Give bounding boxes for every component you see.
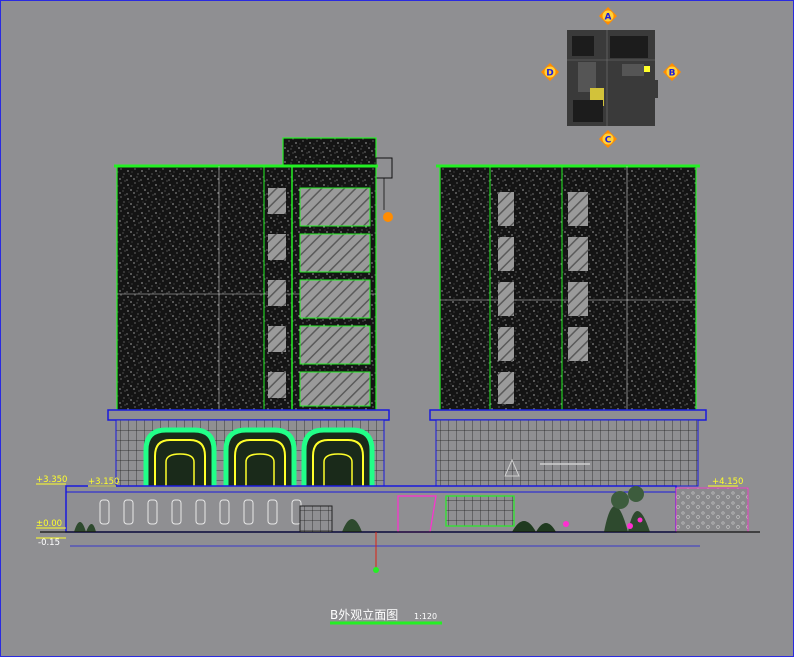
level-left-mid: +3.150 [88, 477, 119, 487]
key-marker-b: B [663, 63, 681, 81]
key-marker-c-letter: C [605, 136, 612, 146]
elevation-drawing: A B C D +3.350 +3.150 ±0.00 -0.15 +4.150… [0, 0, 794, 657]
arched-window-3 [301, 427, 375, 486]
drawing-canvas: A B C D +3.350 +3.150 ±0.00 -0.15 +4.150… [0, 0, 794, 657]
arched-window-1 [143, 427, 217, 486]
level-left-upper: +3.350 [36, 475, 67, 485]
stone-wall [675, 487, 749, 533]
right-cornice [429, 409, 707, 421]
level-left-low: -0.15 [38, 538, 60, 548]
left-tower [114, 137, 393, 411]
key-marker-a: A [599, 7, 617, 25]
roof-stair-core [282, 137, 377, 167]
key-plan [567, 30, 658, 126]
arched-window-2 [223, 427, 297, 486]
section-marker [383, 212, 393, 222]
right-tower [436, 164, 700, 411]
key-marker-d-letter: D [546, 69, 553, 79]
entrance-grille [299, 505, 333, 533]
sign-panel [445, 495, 515, 527]
drawing-title: B外观立面图 [330, 607, 398, 622]
key-marker-d: D [541, 63, 559, 81]
key-marker-c: C [599, 130, 617, 148]
right-podium [435, 419, 699, 487]
key-marker-b-letter: B [669, 69, 676, 79]
left-cornice [107, 409, 390, 421]
key-marker-a-letter: A [605, 13, 612, 23]
drawing-title-block: B外观立面图 1:120 [330, 607, 442, 625]
level-left-zero: ±0.00 [36, 519, 62, 529]
level-right-upper: +4.150 [712, 477, 743, 487]
left-balcony-windows [299, 187, 371, 407]
right-window-column-a [498, 192, 514, 404]
drawing-scale: 1:120 [414, 612, 437, 621]
